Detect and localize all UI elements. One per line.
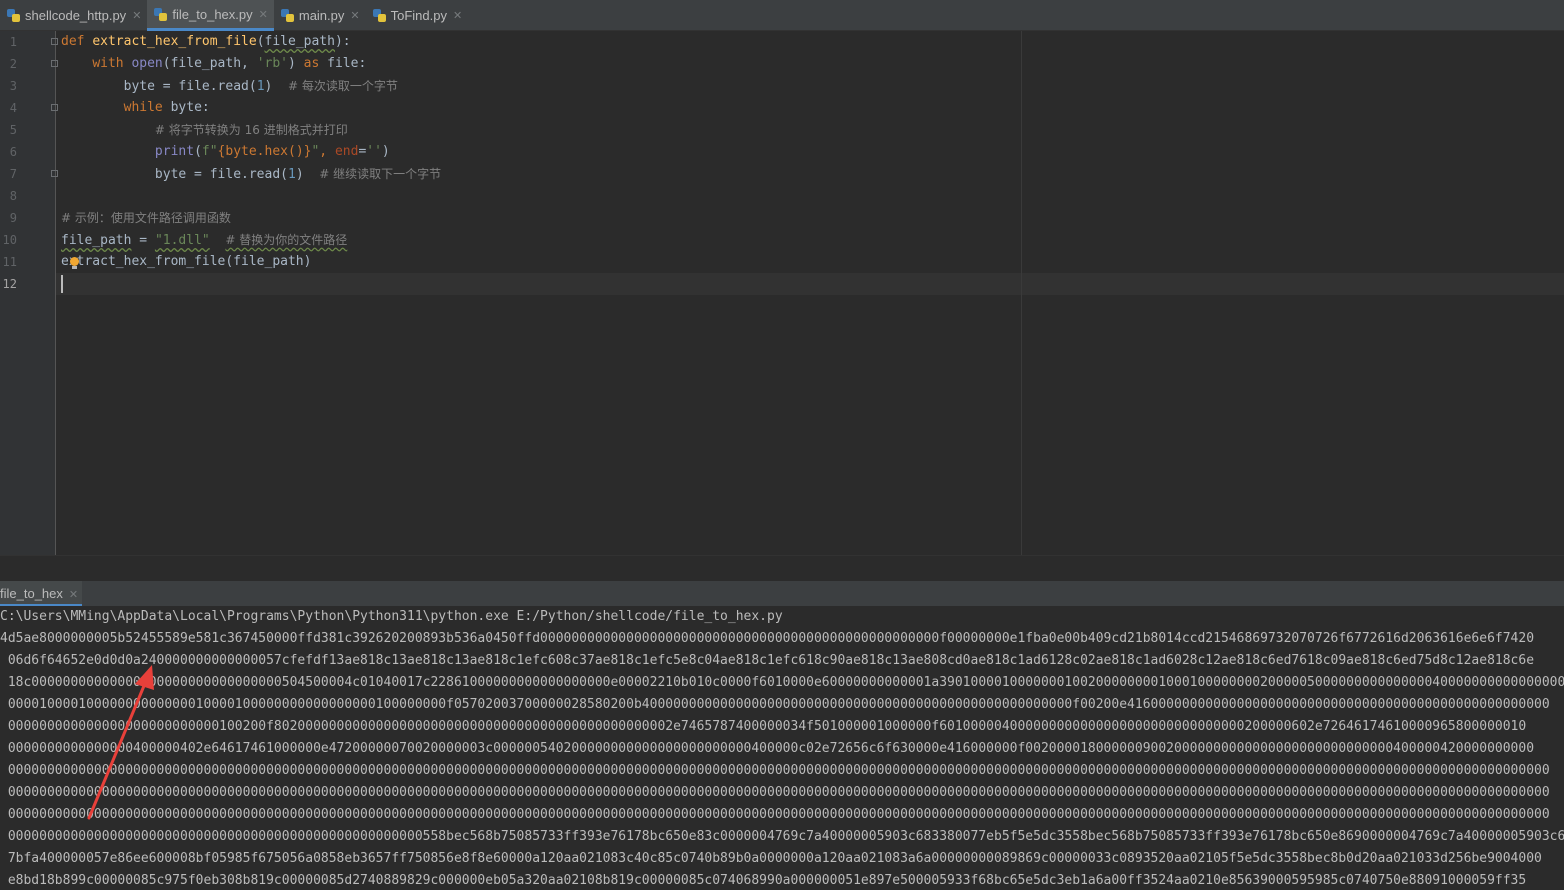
tab-shellcode-http[interactable]: shellcode_http.py ✕ xyxy=(0,0,147,31)
console-output-line: 0000100001000000000000001000010000000000… xyxy=(0,697,1550,712)
code-editor[interactable]: 1 2 3 4 5 6 7 8 9 10 11 12 def extract_h… xyxy=(0,31,1564,555)
current-line-highlight xyxy=(0,273,1564,295)
tab-label: shellcode_http.py xyxy=(25,8,127,23)
python-file-icon xyxy=(372,9,386,22)
line-number: 4 xyxy=(9,101,17,115)
text-cursor xyxy=(61,275,63,293)
code-line-10: file_path = "1.dll" # 替换为你的文件路径 xyxy=(61,233,348,248)
close-icon[interactable]: ✕ xyxy=(259,8,268,21)
console-output-line: e8bd18b899c00000085c975f0eb308b819c00000… xyxy=(0,873,1527,888)
code-line-11: extract_hex_from_file(file_path) xyxy=(61,254,312,269)
close-icon[interactable]: ✕ xyxy=(69,589,78,601)
intention-bulb-icon[interactable] xyxy=(70,257,79,266)
console-output-line: 0000000000000000400000402e64617461000000… xyxy=(0,741,1535,756)
tab-label: main.py xyxy=(298,8,345,23)
close-icon[interactable]: ✕ xyxy=(350,9,359,22)
line-number: 11 xyxy=(2,255,17,269)
console-output-line: 0000000000000000000000000000000000000000… xyxy=(0,785,1550,800)
code-line-5: # 将字节转换为 16 进制格式并打印 xyxy=(154,123,348,137)
run-tab-label: file_to_hex xyxy=(0,586,63,601)
run-tab-file-to-hex[interactable]: file_to_hex ✕ xyxy=(0,581,83,606)
console-output-line: 0000000000000000000000000000000000000000… xyxy=(0,829,1564,844)
line-number: 3 xyxy=(9,79,17,93)
tab-tofind[interactable]: ToFind.py ✕ xyxy=(366,0,469,31)
tab-label: ToFind.py xyxy=(390,8,447,23)
line-number: 1 xyxy=(9,35,17,49)
tab-file-to-hex[interactable]: file_to_hex.py ✕ xyxy=(147,0,274,31)
python-file-icon xyxy=(154,7,168,21)
close-icon[interactable]: ✕ xyxy=(132,9,141,22)
line-number: 10 xyxy=(2,233,17,247)
line-number: 5 xyxy=(9,123,17,137)
console-output-line: 4d5ae8000000005b52455589e581c367450000ff… xyxy=(0,631,1535,646)
console-output-line: 18c0000000000000000000000000000000050450… xyxy=(0,675,1564,690)
console-output-line: 000000000000000000000000000100200f802000… xyxy=(0,719,1527,734)
editor-tab-bar: shellcode_http.py ✕ file_to_hex.py ✕ mai… xyxy=(0,0,1564,31)
run-console-output[interactable]: C:\Users\MMing\AppData\Local\Programs\Py… xyxy=(0,606,1564,890)
intention-bulb-base xyxy=(72,266,77,269)
fold-marker-icon[interactable] xyxy=(51,104,58,111)
code-line-4: while byte: xyxy=(123,100,210,115)
console-output-line: 0000000000000000000000000000000000000000… xyxy=(0,807,1550,822)
line-number-current: 12 xyxy=(2,277,17,291)
editor-panel-gap xyxy=(0,555,1564,582)
tab-label: file_to_hex.py xyxy=(172,6,253,22)
line-number: 6 xyxy=(9,145,17,159)
code-line-6: print(f"{byte.hex()}", end='') xyxy=(154,144,390,159)
line-number: 2 xyxy=(9,57,17,71)
console-output-line: 0000000000000000000000000000000000000000… xyxy=(0,763,1550,778)
console-output-line: 7bfa400000057e86ee600008bf05985f675056a0… xyxy=(0,851,1542,866)
run-tool-window-header xyxy=(0,581,1564,606)
tab-main[interactable]: main.py ✕ xyxy=(274,0,366,31)
fold-marker-icon[interactable] xyxy=(51,38,58,45)
line-number: 9 xyxy=(9,211,17,225)
console-output-line: 06d6f64652e0d0d0a240000000000000057cfefd… xyxy=(0,653,1535,668)
code-line-1: def extract_hex_from_file(file_path): xyxy=(61,34,351,49)
python-file-icon xyxy=(280,9,294,22)
fold-marker-icon[interactable] xyxy=(51,60,58,67)
code-line-2: with open(file_path, 'rb') as file: xyxy=(92,56,367,71)
close-icon[interactable]: ✕ xyxy=(453,9,462,22)
python-file-icon xyxy=(7,9,20,22)
code-line-9: # 示例：使用文件路径调用函数 xyxy=(61,211,231,225)
console-command-line: C:\Users\MMing\AppData\Local\Programs\Py… xyxy=(0,609,783,624)
line-number: 8 xyxy=(9,189,17,203)
line-number: 7 xyxy=(9,167,17,181)
code-line-3: byte = file.read(1) # 每次读取一个字节 xyxy=(123,79,398,94)
code-line-7: byte = file.read(1) # 继续读取下一个字节 xyxy=(154,167,442,182)
right-margin-guide xyxy=(1021,31,1022,555)
fold-marker-icon[interactable] xyxy=(51,170,58,177)
